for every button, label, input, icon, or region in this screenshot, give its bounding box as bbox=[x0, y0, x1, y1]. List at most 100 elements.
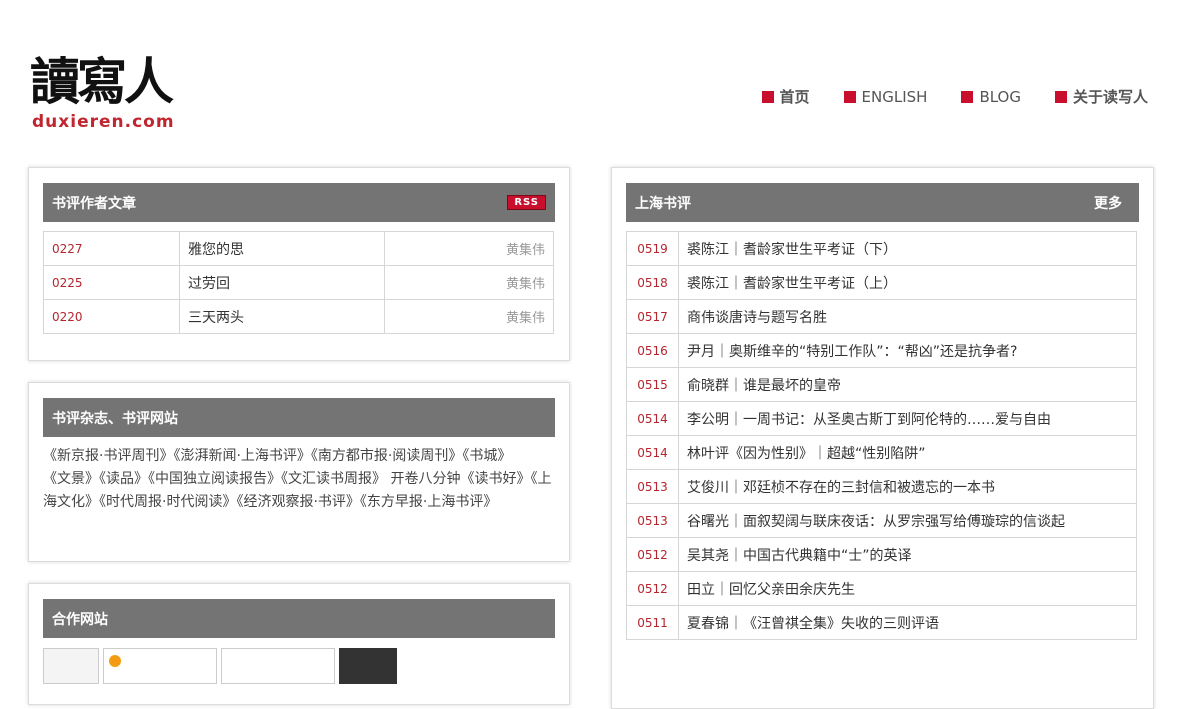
article-title[interactable]: 吴其尧｜中国古代典籍中“士”的英译 bbox=[678, 537, 1137, 572]
article-title[interactable]: 艾俊川｜邓廷桢不存在的三封信和被遗忘的一本书 bbox=[678, 469, 1137, 504]
article-title[interactable]: 裘陈江｜耆龄家世生平考证（下） bbox=[678, 231, 1137, 266]
article-title[interactable]: 裘陈江｜耆龄家世生平考证（上） bbox=[678, 265, 1137, 300]
table-row[interactable]: 0519 裘陈江｜耆龄家世生平考证（下） bbox=[626, 231, 1137, 266]
article-date: 0515 bbox=[626, 367, 679, 402]
author-articles-panel: 书评作者文章 RSS 0227 雅您的思 黄集伟 0225 过劳回 黄集伟 02… bbox=[28, 167, 570, 361]
magazine-link[interactable]: 《澎湃新闻·上海书评》 bbox=[173, 448, 310, 464]
article-title[interactable]: 李公明｜一周书记：从圣奥古斯丁到阿伦特的……爱与自由 bbox=[678, 401, 1137, 436]
partner-logo[interactable] bbox=[43, 648, 99, 684]
article-date: 0220 bbox=[43, 299, 180, 334]
partner-logos bbox=[43, 648, 397, 684]
table-row[interactable]: 0517 商伟谈唐诗与题写名胜 bbox=[626, 299, 1137, 334]
author-articles-table: 0227 雅您的思 黄集伟 0225 过劳回 黄集伟 0220 三天两头 黄集伟 bbox=[43, 231, 554, 334]
magazine-link[interactable]: 《文景》 bbox=[43, 471, 99, 487]
square-bullet-icon bbox=[843, 90, 856, 103]
square-bullet-icon bbox=[1054, 90, 1067, 103]
article-title[interactable]: 过劳回 bbox=[179, 265, 385, 300]
more-link[interactable]: 更多 bbox=[1094, 193, 1122, 213]
article-date: 0512 bbox=[626, 571, 679, 606]
magazine-link[interactable]: 《南方都市报·阅读周刊》 bbox=[311, 448, 462, 464]
nav-english[interactable]: ENGLISH bbox=[843, 86, 928, 107]
article-author[interactable]: 黄集伟 bbox=[384, 231, 554, 266]
partner-sites-panel: 合作网站 bbox=[28, 583, 570, 705]
logo-chinese: 讀寫人 bbox=[30, 52, 174, 111]
magazine-link[interactable]: 开卷八分钟 bbox=[390, 471, 460, 487]
panel-header: 上海书评 更多 bbox=[626, 183, 1139, 222]
nav-label: 关于读写人 bbox=[1072, 88, 1148, 106]
article-date: 0225 bbox=[43, 265, 180, 300]
shanghai-review-panel: 上海书评 更多 0519 裘陈江｜耆龄家世生平考证（下） 0518 裘陈江｜耆龄家世… bbox=[611, 167, 1154, 709]
article-date: 0514 bbox=[626, 401, 679, 436]
table-row[interactable]: 0514 李公明｜一周书记：从圣奥古斯丁到阿伦特的……爱与自由 bbox=[626, 401, 1137, 436]
article-date: 0227 bbox=[43, 231, 180, 266]
article-title[interactable]: 夏春锦｜《汪曾祺全集》失收的三则评语 bbox=[678, 605, 1137, 640]
magazine-link[interactable]: 《文汇读书周报》 bbox=[281, 471, 386, 487]
panel-title: 书评杂志、书评网站 bbox=[52, 410, 178, 427]
article-title[interactable]: 商伟谈唐诗与题写名胜 bbox=[678, 299, 1137, 334]
nav-home[interactable]: 首页 bbox=[761, 86, 810, 107]
nav-label: ENGLISH bbox=[861, 87, 928, 106]
magazine-link[interactable]: 《中国独立阅读报告》 bbox=[148, 471, 281, 487]
article-title[interactable]: 三天两头 bbox=[179, 299, 385, 334]
magazine-link[interactable]: 《东方早报·上海书评》 bbox=[360, 494, 497, 510]
panel-title: 书评作者文章 bbox=[52, 195, 136, 212]
table-row[interactable]: 0512 吴其尧｜中国古代典籍中“士”的英译 bbox=[626, 537, 1137, 572]
partner-logo[interactable] bbox=[103, 648, 217, 684]
panel-header: 书评作者文章 RSS bbox=[43, 183, 555, 222]
review-magazines-panel: 书评杂志、书评网站 《新京报·书评周刊》《澎湃新闻·上海书评》《南方都市报·阅读… bbox=[28, 382, 570, 562]
article-title[interactable]: 俞晓群｜谁是最坏的皇帝 bbox=[678, 367, 1137, 402]
partner-logo[interactable] bbox=[221, 648, 335, 684]
article-date: 0512 bbox=[626, 537, 679, 572]
panel-header: 书评杂志、书评网站 bbox=[43, 398, 555, 437]
table-row[interactable]: 0220 三天两头 黄集伟 bbox=[43, 299, 554, 334]
table-row[interactable]: 0514 林叶评《因为性别》｜超越“性别陷阱” bbox=[626, 435, 1137, 470]
table-row[interactable]: 0511 夏春锦｜《汪曾祺全集》失收的三则评语 bbox=[626, 605, 1137, 640]
nav-about[interactable]: 关于读写人 bbox=[1054, 86, 1148, 107]
article-title[interactable]: 谷曙光｜面叙契阔与联床夜话：从罗宗强写给傅璇琮的信谈起 bbox=[678, 503, 1137, 538]
orange-dot-icon bbox=[109, 655, 121, 667]
panel-header: 合作网站 bbox=[43, 599, 555, 638]
magazine-link[interactable]: 《新京报·书评周刊》 bbox=[43, 448, 173, 464]
panel-title: 合作网站 bbox=[52, 611, 108, 628]
nav-blog[interactable]: BLOG bbox=[961, 86, 1021, 107]
partner-logo[interactable] bbox=[339, 648, 397, 684]
magazine-link[interactable]: 《读品》 bbox=[99, 471, 148, 487]
table-row[interactable]: 0516 尹月｜奥斯维辛的“特别工作队”：“帮凶”还是抗争者? bbox=[626, 333, 1137, 368]
magazine-link[interactable]: 《读书好》 bbox=[460, 471, 530, 487]
logo-domain: duxieren.com bbox=[32, 112, 175, 132]
table-row[interactable]: 0512 田立｜回忆父亲田余庆先生 bbox=[626, 571, 1137, 606]
magazine-link[interactable]: 《时代周报·时代阅读》 bbox=[99, 494, 236, 510]
article-date: 0519 bbox=[626, 231, 679, 266]
square-bullet-icon bbox=[761, 90, 774, 103]
table-row[interactable]: 0225 过劳回 黄集伟 bbox=[43, 265, 554, 300]
article-author[interactable]: 黄集伟 bbox=[384, 299, 554, 334]
magazine-link[interactable]: 《经济观察报·书评》 bbox=[236, 494, 359, 510]
table-row[interactable]: 0518 裘陈江｜耆龄家世生平考证（上） bbox=[626, 265, 1137, 300]
article-date: 0513 bbox=[626, 503, 679, 538]
magazine-links: 《新京报·书评周刊》《澎湃新闻·上海书评》《南方都市报·阅读周刊》《书城》《文景… bbox=[43, 445, 555, 514]
site-logo[interactable]: 讀寫人 duxieren.com bbox=[30, 52, 200, 134]
article-date: 0513 bbox=[626, 469, 679, 504]
nav-label: 首页 bbox=[779, 88, 810, 106]
article-date: 0514 bbox=[626, 435, 679, 470]
table-row[interactable]: 0513 艾俊川｜邓廷桢不存在的三封信和被遗忘的一本书 bbox=[626, 469, 1137, 504]
article-date: 0517 bbox=[626, 299, 679, 334]
article-title[interactable]: 田立｜回忆父亲田余庆先生 bbox=[678, 571, 1137, 606]
table-row[interactable]: 0515 俞晓群｜谁是最坏的皇帝 bbox=[626, 367, 1137, 402]
panel-title: 上海书评 bbox=[635, 195, 691, 212]
table-row[interactable]: 0513 谷曙光｜面叙契阔与联床夜话：从罗宗强写给傅璇琮的信谈起 bbox=[626, 503, 1137, 538]
shanghai-review-table: 0519 裘陈江｜耆龄家世生平考证（下） 0518 裘陈江｜耆龄家世生平考证（上） … bbox=[626, 231, 1137, 640]
article-date: 0516 bbox=[626, 333, 679, 368]
rss-button[interactable]: RSS bbox=[507, 195, 546, 210]
nav-label: BLOG bbox=[979, 87, 1021, 106]
square-bullet-icon bbox=[961, 90, 974, 103]
article-title[interactable]: 林叶评《因为性别》｜超越“性别陷阱” bbox=[678, 435, 1137, 470]
article-title[interactable]: 尹月｜奥斯维辛的“特别工作队”：“帮凶”还是抗争者? bbox=[678, 333, 1137, 368]
table-row[interactable]: 0227 雅您的思 黄集伟 bbox=[43, 231, 554, 266]
article-date: 0518 bbox=[626, 265, 679, 300]
magazine-link[interactable]: 《书城》 bbox=[462, 448, 511, 464]
article-author[interactable]: 黄集伟 bbox=[384, 265, 554, 300]
article-title[interactable]: 雅您的思 bbox=[179, 231, 385, 266]
article-date: 0511 bbox=[626, 605, 679, 640]
main-nav: 首页 ENGLISH BLOG 关于读写人 bbox=[761, 86, 1148, 107]
